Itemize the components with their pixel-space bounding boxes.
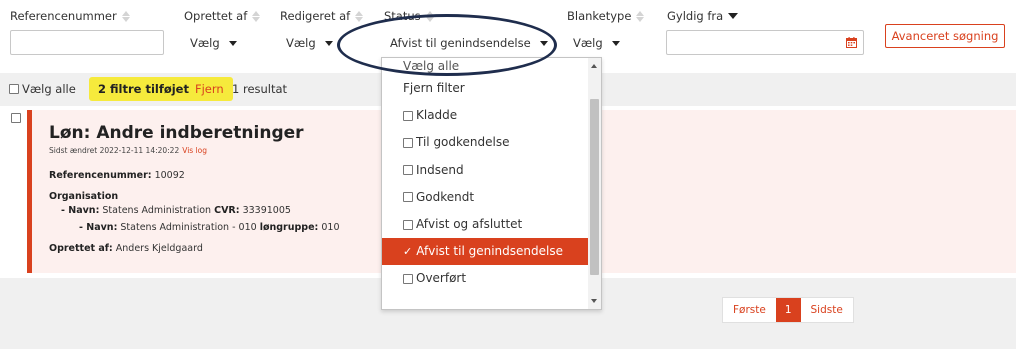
- column-header-status[interactable]: Status: [384, 9, 434, 23]
- column-label-status: Status: [384, 9, 421, 23]
- org-name-value: Statens Administration - 010: [120, 222, 257, 233]
- first-page-button[interactable]: Første: [723, 298, 776, 322]
- org-group-label: løngruppe:: [259, 222, 319, 233]
- dropdown-option-rejected-closed[interactable]: Afvist og afsluttet: [382, 211, 589, 238]
- organisation-line-2: - Navn: Statens Administration - 010 løn…: [79, 222, 340, 233]
- reference-label: Referencenummer:: [49, 170, 152, 181]
- org-group-value: 010: [321, 222, 340, 233]
- organisation-heading: Organisation: [49, 191, 118, 202]
- select-all-label: Vælg alle: [22, 82, 76, 96]
- column-header-reference[interactable]: Referencenummer: [10, 9, 130, 23]
- checkbox-icon: [403, 110, 413, 121]
- result-title[interactable]: Løn: Andre indberetninger: [49, 123, 304, 143]
- sort-icon[interactable]: [121, 10, 130, 22]
- column-label-edited-by: Redigeret af: [280, 9, 351, 23]
- sort-icon[interactable]: [355, 10, 364, 22]
- organisation-line-1: - Navn: Statens Administration CVR: 3339…: [61, 205, 291, 216]
- column-header-valid-from[interactable]: Gyldig fra: [667, 9, 739, 23]
- current-page-button[interactable]: 1: [775, 298, 801, 322]
- column-header-created-by[interactable]: Oprettet af: [184, 9, 261, 23]
- dropdown-option-rejected-resubmit[interactable]: ✓ Afvist til genindsendelse: [382, 238, 589, 266]
- status-select-value: Afvist til genindsendelse: [390, 36, 531, 50]
- valid-from-input[interactable]: [666, 30, 864, 55]
- pagination: Første 1 Sidste: [722, 297, 854, 323]
- remove-filters-link[interactable]: Fjern: [195, 82, 224, 96]
- view-log-link[interactable]: Vis log: [182, 146, 207, 155]
- sort-descending-icon[interactable]: [728, 13, 739, 19]
- column-label-valid-from: Gyldig fra: [667, 9, 724, 23]
- chevron-down-icon: [611, 40, 620, 46]
- option-label: Til godkendelse: [416, 135, 510, 150]
- dropdown-option-for-approval[interactable]: Til godkendelse: [382, 129, 589, 156]
- chevron-down-icon: [228, 40, 237, 46]
- select-all-checkbox[interactable]: Vælg alle: [9, 82, 76, 96]
- org-name-label: - Navn:: [61, 205, 100, 216]
- calendar-icon[interactable]: [846, 37, 857, 48]
- status-select[interactable]: Afvist til genindsendelse: [390, 36, 548, 50]
- checkbox-icon: [403, 273, 413, 284]
- checkmark-icon: ✓: [403, 245, 413, 259]
- dropdown-option-transferred[interactable]: Overført: [382, 265, 589, 292]
- created-by-value: Anders Kjeldgaard: [115, 243, 203, 254]
- org-cvr-value: 33391005: [242, 205, 291, 216]
- active-filters-count: 2 filtre tilføjet: [98, 82, 189, 96]
- column-header-form-type[interactable]: Blanketype: [567, 9, 645, 23]
- org-name-value: Statens Administration: [102, 205, 212, 216]
- checkbox-icon: [403, 137, 413, 148]
- last-page-button[interactable]: Sidste: [801, 298, 853, 322]
- checkbox-icon: [403, 219, 413, 230]
- advanced-search-button[interactable]: Avanceret søgning: [885, 24, 1005, 48]
- reference-input[interactable]: [10, 30, 164, 55]
- column-label-created-by: Oprettet af: [184, 9, 248, 23]
- status-dropdown-list: Vælg alle Fjern filter Kladde Til godken…: [382, 58, 589, 293]
- column-header-edited-by[interactable]: Redigeret af: [280, 9, 364, 23]
- status-dropdown-menu: Vælg alle Fjern filter Kladde Til godken…: [381, 57, 602, 310]
- created-by-label: Oprettet af:: [49, 243, 113, 254]
- column-label-reference: Referencenummer: [10, 9, 117, 23]
- sort-icon[interactable]: [636, 10, 645, 22]
- chevron-down-icon: [324, 40, 333, 46]
- option-label: Kladde: [416, 108, 458, 123]
- sort-icon[interactable]: [425, 10, 434, 22]
- scroll-up-arrow-icon[interactable]: [591, 64, 597, 68]
- column-label-form-type: Blanketype: [567, 9, 632, 23]
- form-type-select[interactable]: Vælg: [573, 36, 620, 50]
- organisation-label: Organisation: [49, 191, 119, 202]
- org-cvr-label: CVR:: [214, 205, 240, 216]
- row-checkbox[interactable]: [11, 113, 21, 123]
- option-label: Overført: [416, 271, 467, 286]
- edited-by-select[interactable]: Vælg: [286, 36, 333, 50]
- dropdown-scrollbar[interactable]: [588, 58, 601, 309]
- checkbox-icon: [403, 192, 413, 203]
- dropdown-select-all[interactable]: Vælg alle: [382, 58, 589, 75]
- created-by-select-value: Vælg: [190, 36, 220, 50]
- form-type-select-value: Vælg: [573, 36, 603, 50]
- reference-line: Referencenummer: 10092: [49, 170, 185, 181]
- created-by-line: Oprettet af: Anders Kjeldgaard: [49, 243, 203, 254]
- edited-by-select-value: Vælg: [286, 36, 316, 50]
- scroll-down-arrow-icon[interactable]: [591, 299, 597, 303]
- result-count: 1 resultat: [232, 82, 288, 96]
- last-changed-meta: Sidst ændret 2022-12-11 14:20:22 Vis log: [49, 146, 207, 155]
- sort-icon[interactable]: [252, 10, 261, 22]
- dropdown-clear-filter[interactable]: Fjern filter: [382, 75, 589, 102]
- option-label: Afvist til genindsendelse: [416, 244, 563, 259]
- option-label: Godkendt: [416, 189, 475, 204]
- option-label: Afvist og afsluttet: [416, 216, 523, 231]
- dropdown-option-submit[interactable]: Indsend: [382, 157, 589, 184]
- option-label: Indsend: [416, 162, 464, 177]
- checkbox-icon: [9, 84, 19, 94]
- reference-value: 10092: [154, 170, 185, 181]
- chevron-down-icon: [539, 40, 548, 46]
- dropdown-option-approved[interactable]: Godkendt: [382, 184, 589, 211]
- active-filters-badge: 2 filtre tilføjet Fjern: [89, 77, 233, 101]
- created-by-select[interactable]: Vælg: [190, 36, 237, 50]
- scrollbar-thumb[interactable]: [590, 99, 599, 275]
- checkbox-icon: [403, 165, 413, 176]
- last-changed-text: Sidst ændret 2022-12-11 14:20:22: [49, 146, 180, 155]
- org-name-label: - Navn:: [79, 222, 118, 233]
- dropdown-option-draft[interactable]: Kladde: [382, 102, 589, 129]
